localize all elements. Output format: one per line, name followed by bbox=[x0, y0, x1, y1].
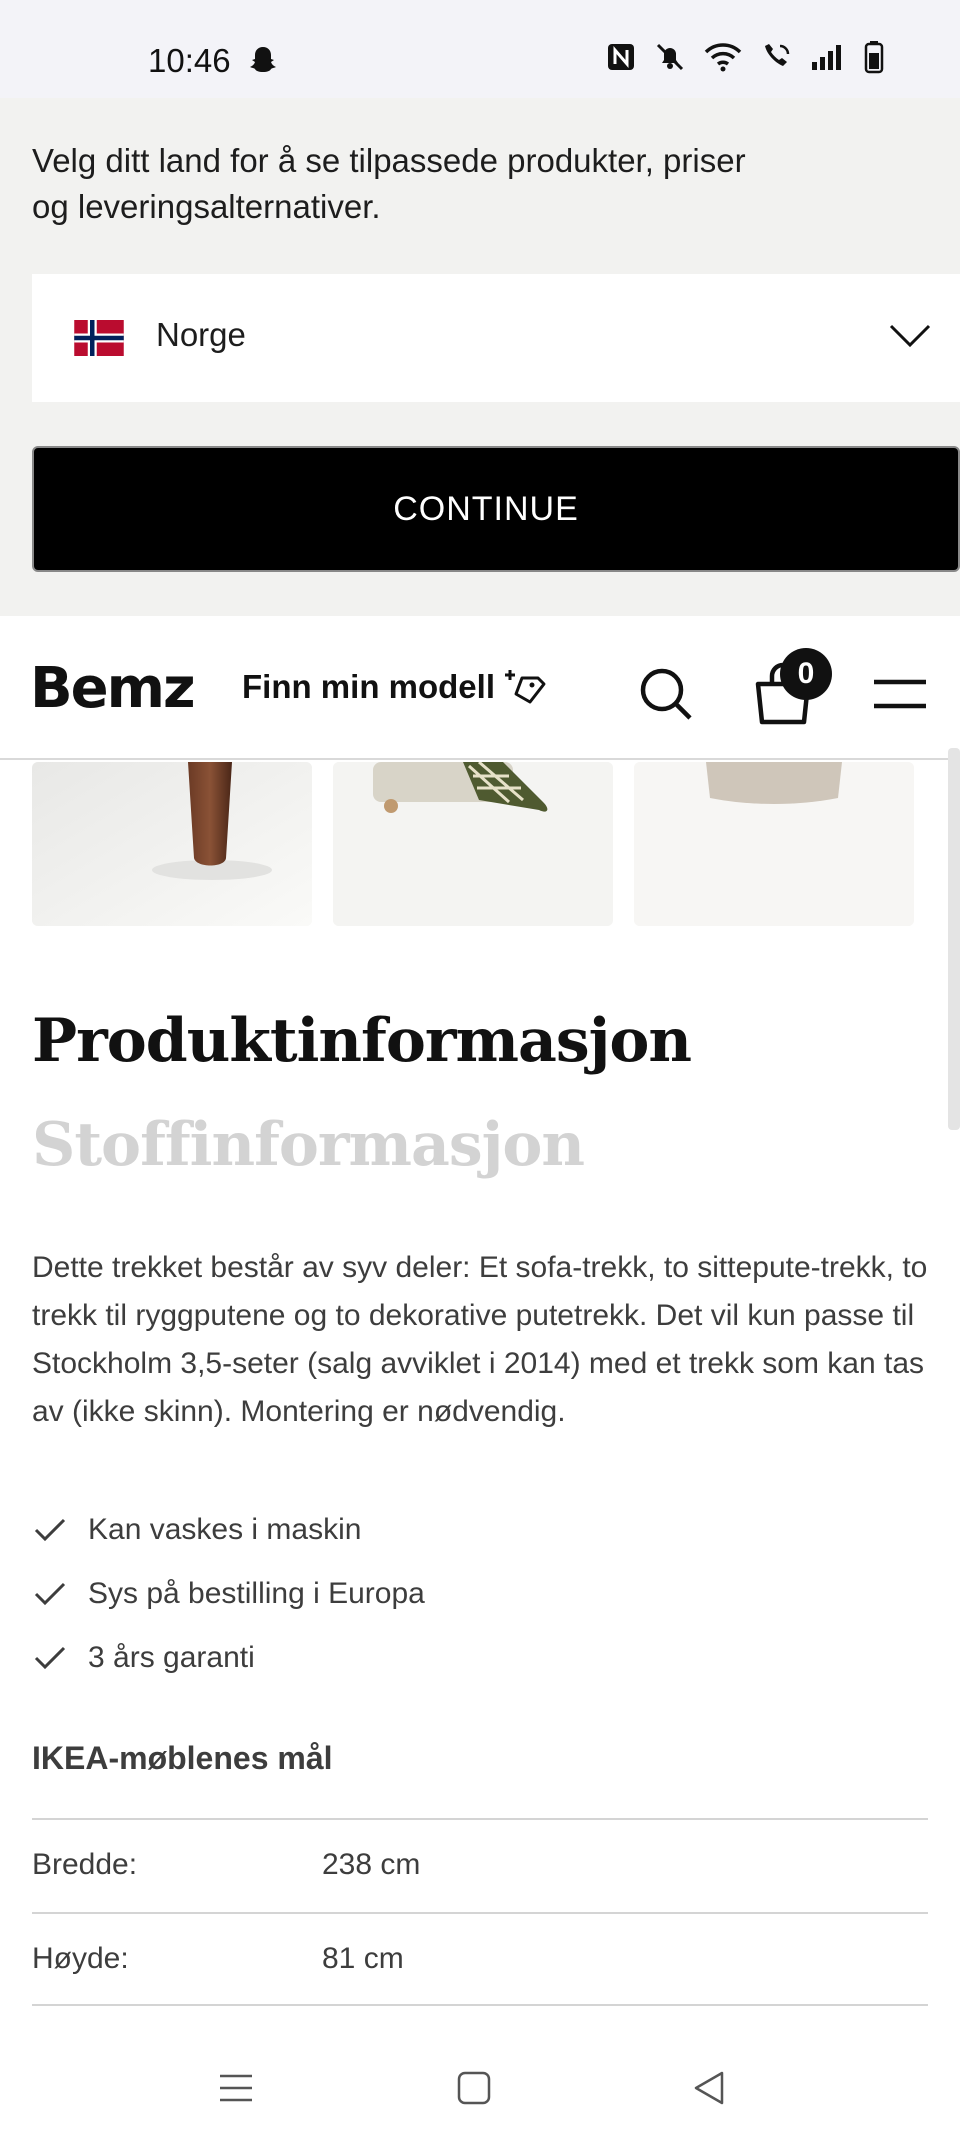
feature-item: 3 års garanti bbox=[32, 1626, 425, 1690]
check-icon bbox=[34, 1582, 66, 1606]
fabric-info-tab[interactable]: Stoffinformasjon bbox=[32, 1110, 585, 1180]
dimension-row: Bredde: 238 cm bbox=[32, 1818, 928, 1912]
system-nav-bar bbox=[0, 2028, 960, 2144]
dimension-value: 238 cm bbox=[322, 1848, 421, 1881]
product-description: Dette trekket består av syv deler: Et so… bbox=[32, 1251, 928, 1428]
dimensions-heading: IKEA-møblenes mål bbox=[32, 1740, 333, 1776]
home-icon[interactable] bbox=[454, 2068, 494, 2108]
product-thumbnails bbox=[0, 762, 960, 926]
status-time: 10:46 bbox=[148, 42, 231, 79]
thumbnail-cushion[interactable] bbox=[634, 762, 914, 926]
country-message: Velg ditt land for å se tilpassede produ… bbox=[32, 142, 746, 225]
dimension-label: Bredde: bbox=[32, 1848, 138, 1881]
wifi-call-icon bbox=[765, 44, 790, 66]
dimension-row: Høyde: 81 cm bbox=[32, 1912, 928, 2006]
battery-icon bbox=[864, 41, 884, 74]
snapchat-icon bbox=[250, 47, 276, 72]
search-icon[interactable] bbox=[638, 666, 694, 722]
check-icon bbox=[34, 1518, 66, 1542]
status-bar: 10:46 bbox=[0, 0, 960, 98]
feature-list: Kan vaskes i maskin Sys på bestilling i … bbox=[32, 1498, 425, 1690]
bemz-logo[interactable]: Bemz bbox=[30, 656, 196, 721]
norway-flag-icon bbox=[74, 320, 124, 356]
recents-icon[interactable] bbox=[216, 2068, 256, 2108]
continue-button[interactable]: CONTINUE bbox=[32, 446, 960, 572]
hamburger-menu-icon[interactable] bbox=[872, 676, 928, 712]
product-info-heading: Produktinformasjon bbox=[32, 1006, 692, 1076]
finn-min-modell-link[interactable]: Finn min modell bbox=[242, 668, 495, 706]
feature-label: Sys på bestilling i Europa bbox=[88, 1577, 425, 1610]
chevron-down-icon bbox=[889, 324, 931, 348]
check-icon bbox=[34, 1646, 66, 1670]
sofa-with-blanket-image bbox=[333, 762, 613, 926]
country-select[interactable]: Norge bbox=[32, 274, 960, 402]
country-name: Norge bbox=[156, 316, 246, 353]
cart-count-badge[interactable]: 0 bbox=[780, 648, 832, 700]
cushion-image bbox=[634, 762, 914, 926]
dimension-label: Høyde: bbox=[32, 1942, 129, 1975]
signal-icon bbox=[812, 45, 841, 70]
feature-item: Sys på bestilling i Europa bbox=[32, 1562, 425, 1626]
status-icons bbox=[606, 40, 884, 74]
nfc-icon bbox=[608, 44, 634, 70]
sofa-leg-image bbox=[32, 762, 312, 926]
dimensions-table: Bredde: 238 cm Høyde: 81 cm bbox=[32, 1818, 928, 2006]
page-scrollbar[interactable] bbox=[948, 748, 960, 1130]
thumbnail-sofa-leg[interactable] bbox=[32, 762, 312, 926]
site-header: Bemz Finn min modell 0 bbox=[0, 616, 960, 760]
sparkle-tag-icon[interactable] bbox=[502, 668, 546, 708]
mute-icon bbox=[656, 43, 684, 71]
country-banner: Velg ditt land for å se tilpassede produ… bbox=[0, 98, 960, 616]
thumbnail-sofa-blanket[interactable] bbox=[333, 762, 613, 926]
feature-label: Kan vaskes i maskin bbox=[88, 1513, 362, 1546]
back-icon[interactable] bbox=[690, 2068, 730, 2108]
wifi-icon bbox=[704, 43, 742, 72]
feature-label: 3 års garanti bbox=[88, 1641, 255, 1674]
feature-item: Kan vaskes i maskin bbox=[32, 1498, 425, 1562]
dimension-value: 81 cm bbox=[322, 1942, 404, 1975]
